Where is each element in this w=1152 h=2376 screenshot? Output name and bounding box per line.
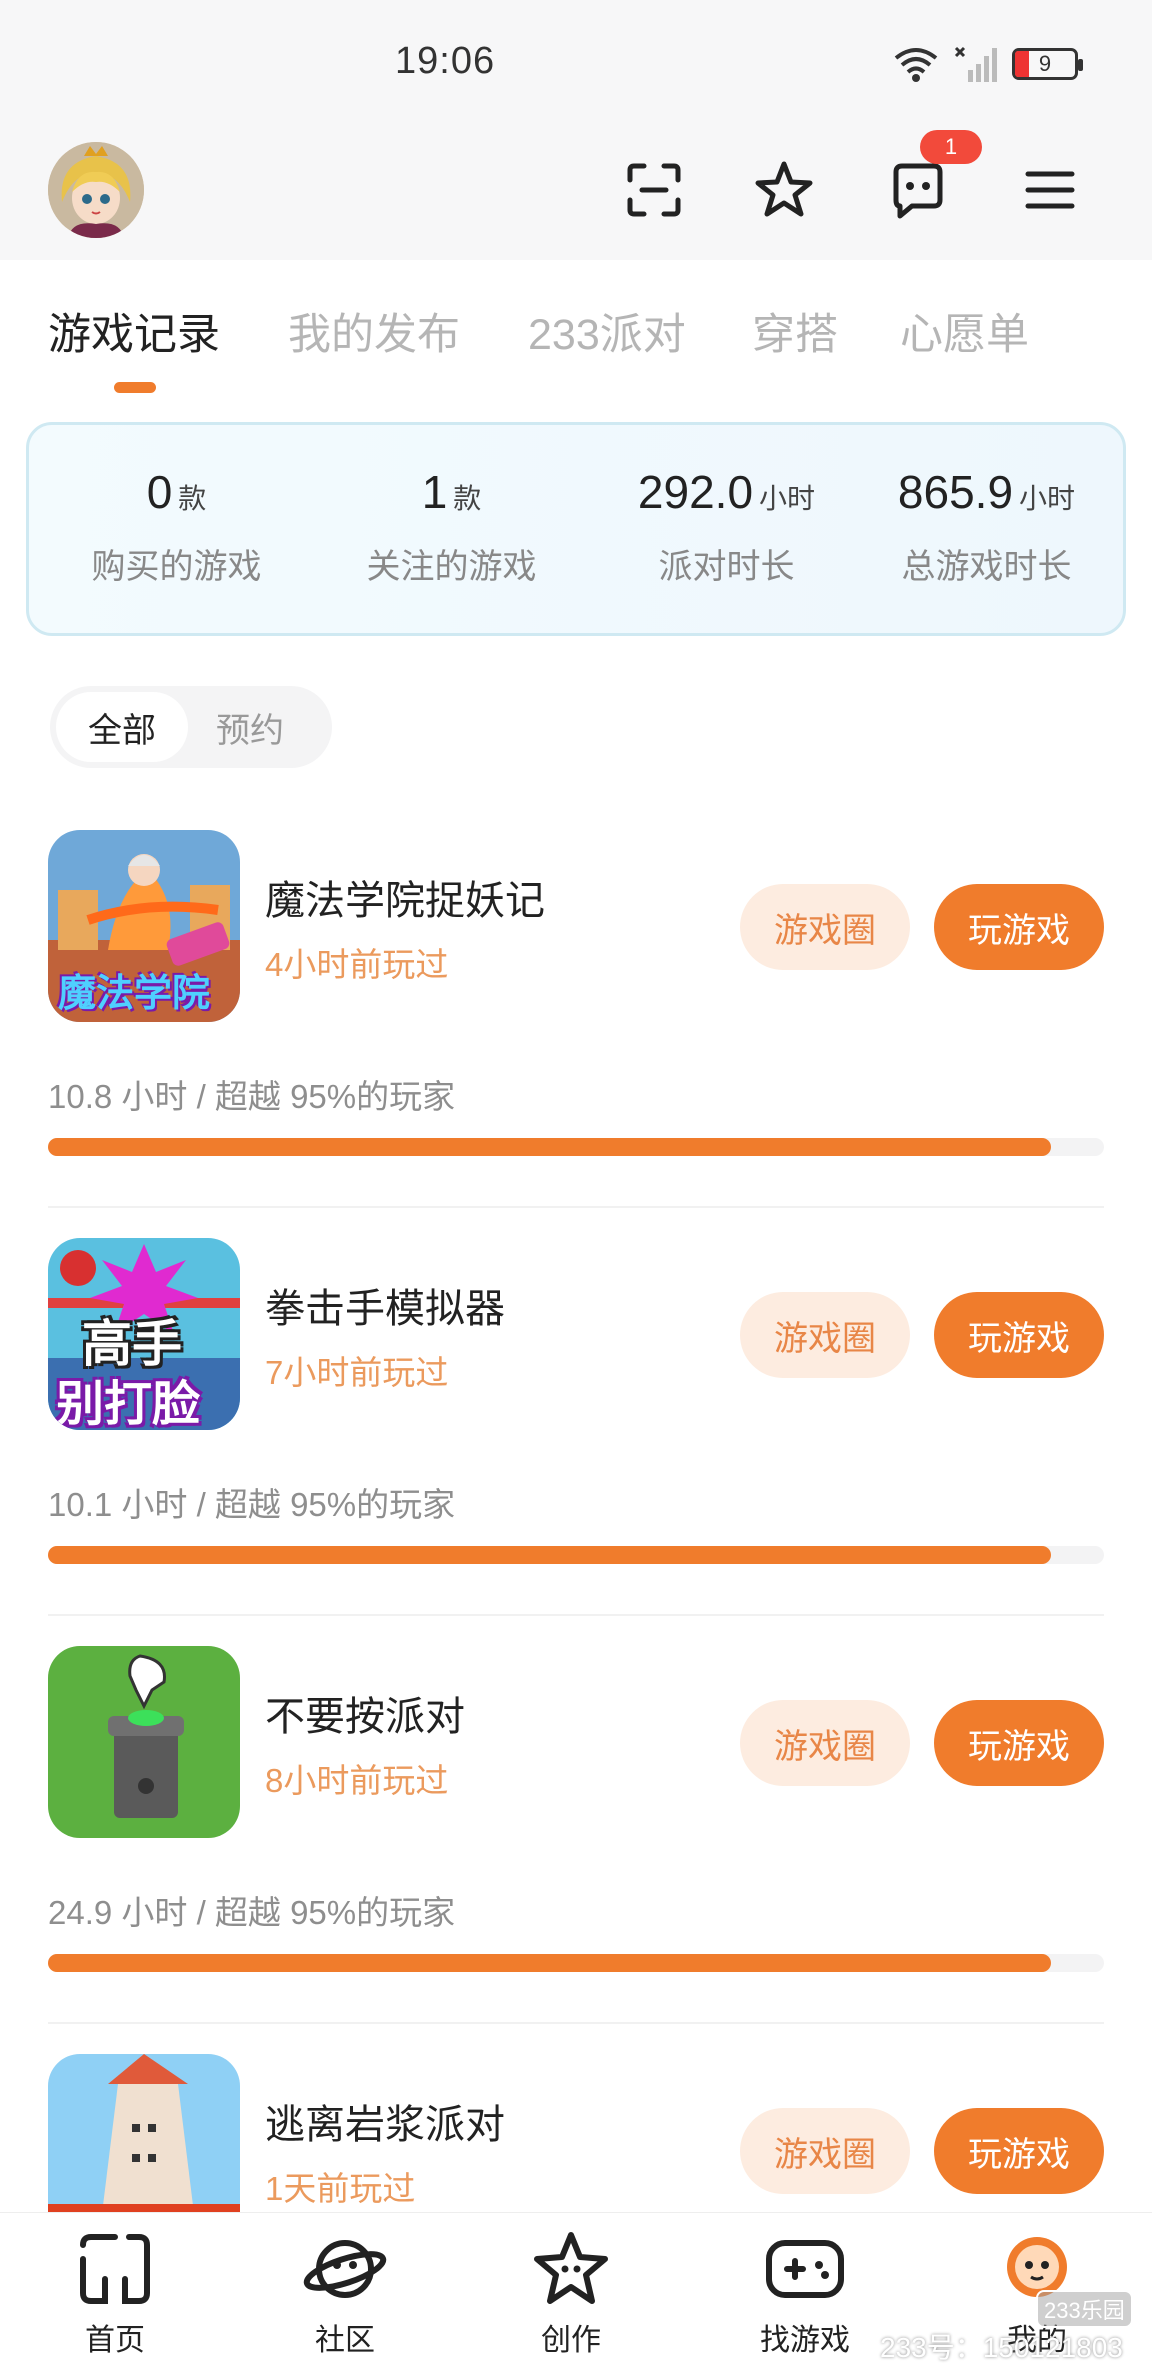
scan-icon bbox=[627, 163, 681, 217]
stat-label: 总游戏时长 bbox=[901, 548, 1072, 586]
tab-outfits[interactable]: 穿搭 bbox=[752, 300, 838, 362]
watermark-logo: 233乐园 bbox=[1036, 2290, 1133, 2328]
stat-followed[interactable]: 1款 关注的游戏 bbox=[314, 465, 589, 588]
game-title: 拳击手模拟器 bbox=[265, 1287, 505, 1331]
tab-wishlist[interactable]: 心愿单 bbox=[900, 300, 1029, 362]
game-playtime-stat: 10.8 小时 / 超越 95%的玩家 bbox=[48, 1078, 456, 1115]
gamepad-icon bbox=[766, 2240, 844, 2298]
avatar-image bbox=[48, 142, 144, 238]
stats-card: 0款 购买的游戏 1款 关注的游戏 292.0 小时 派对时长 865.9 小时 总… bbox=[26, 422, 1126, 636]
game-icon-dont-press[interactable] bbox=[48, 1646, 240, 1838]
tab-bar: 游戏记录 我的发布 233派对 穿搭 心愿单 bbox=[0, 300, 1152, 380]
game-last-played: 4小时前玩过 bbox=[265, 946, 449, 983]
play-game-button[interactable]: 玩游戏 bbox=[934, 1700, 1104, 1786]
playtime-progress-bar bbox=[48, 1546, 1104, 1564]
nav-label: 首页 bbox=[85, 2324, 145, 2357]
avatar[interactable] bbox=[48, 142, 144, 238]
playtime-progress-bar bbox=[48, 1138, 1104, 1156]
nav-community[interactable]: 社区 bbox=[270, 2231, 420, 2371]
game-icon-text: 魔法学院 bbox=[58, 973, 211, 1015]
game-row[interactable]: 不要按派对 8小时前玩过 游戏圈 玩游戏 24.9 小时 / 超越 95%的玩家 bbox=[0, 1646, 1152, 2056]
game-title: 逃离岩浆派对 bbox=[265, 2103, 505, 2147]
stat-label: 派对时长 bbox=[658, 548, 795, 586]
filter-all[interactable]: 全部 bbox=[56, 692, 188, 762]
progress-fill bbox=[48, 1138, 1052, 1156]
game-playtime-stat: 24.9 小时 / 超越 95%的玩家 bbox=[48, 1894, 456, 1931]
status-bar: 19:06 9 bbox=[0, 0, 1152, 130]
nav-home[interactable]: 首页 bbox=[40, 2231, 190, 2371]
filter-reserved[interactable]: 预约 bbox=[184, 692, 316, 762]
game-icon-boxing[interactable]: 高手 别打脸 bbox=[48, 1238, 240, 1430]
stat-value: 1 bbox=[421, 466, 448, 518]
home-icon bbox=[80, 2234, 150, 2304]
stat-label: 购买的游戏 bbox=[91, 548, 262, 586]
progress-fill bbox=[48, 1954, 1052, 1972]
game-last-played: 8小时前玩过 bbox=[265, 1762, 449, 1799]
tab-game-records[interactable]: 游戏记录 bbox=[48, 300, 220, 362]
game-title: 魔法学院捉妖记 bbox=[265, 879, 545, 923]
notification-badge: 1 bbox=[920, 130, 982, 164]
stat-value: 292.0 bbox=[637, 466, 754, 518]
battery-level: 9 bbox=[1038, 51, 1052, 76]
play-game-button[interactable]: 玩游戏 bbox=[934, 884, 1104, 970]
stat-purchased[interactable]: 0款 购买的游戏 bbox=[39, 465, 314, 588]
game-row[interactable]: 逃离岩浆派对 1天前玩过 游戏圈 玩游戏 bbox=[0, 2054, 1152, 2212]
star-icon bbox=[755, 161, 813, 217]
nav-create[interactable]: 创作 bbox=[496, 2231, 646, 2371]
stat-unit: 款 bbox=[453, 483, 482, 514]
star-face-icon bbox=[534, 2232, 608, 2304]
top-header: 1 bbox=[0, 130, 1152, 260]
watermark: 233号：150121803 bbox=[880, 2332, 1123, 2363]
divider bbox=[48, 2022, 1104, 2024]
nav-find-games[interactable]: 找游戏 bbox=[730, 2231, 880, 2371]
game-row[interactable]: 魔法学院 魔法学院捉妖记 4小时前玩过 游戏圈 玩游戏 10.8 小时 / 超越… bbox=[0, 830, 1152, 1240]
game-circle-button[interactable]: 游戏圈 bbox=[740, 884, 910, 970]
nav-label: 找游戏 bbox=[760, 2324, 850, 2357]
favorites-button[interactable] bbox=[744, 150, 824, 230]
play-game-button[interactable]: 玩游戏 bbox=[934, 1292, 1104, 1378]
game-circle-button[interactable]: 游戏圈 bbox=[740, 2108, 910, 2194]
game-last-played: 7小时前玩过 bbox=[265, 1354, 449, 1391]
stat-unit: 小时 bbox=[759, 483, 816, 514]
game-icon-magic-academy[interactable]: 魔法学院 bbox=[48, 830, 240, 1022]
signal-icon bbox=[954, 46, 997, 82]
game-row[interactable]: 高手 别打脸 拳击手模拟器 7小时前玩过 游戏圈 玩游戏 10.1 小时 / 超… bbox=[0, 1238, 1152, 1648]
nav-label: 社区 bbox=[315, 2324, 375, 2357]
divider bbox=[48, 1206, 1104, 1208]
game-title: 不要按派对 bbox=[265, 1695, 465, 1739]
divider bbox=[48, 1614, 1104, 1616]
tab-indicator bbox=[114, 382, 156, 393]
progress-fill bbox=[48, 1546, 1052, 1564]
tab-233-party[interactable]: 233派对 bbox=[528, 300, 686, 362]
stat-label: 关注的游戏 bbox=[366, 548, 537, 586]
planet-icon bbox=[303, 2240, 387, 2298]
menu-icon bbox=[1025, 171, 1075, 209]
main-panel: 游戏记录 我的发布 233派对 穿搭 心愿单 0款 购买的游戏 1款 关注的游戏… bbox=[0, 262, 1152, 2212]
play-game-button[interactable]: 玩游戏 bbox=[934, 2108, 1104, 2194]
filter-toggle: 全部 预约 bbox=[50, 686, 332, 768]
menu-button[interactable] bbox=[1010, 150, 1090, 230]
game-circle-button[interactable]: 游戏圈 bbox=[740, 1292, 910, 1378]
game-circle-button[interactable]: 游戏圈 bbox=[740, 1700, 910, 1786]
scan-button[interactable] bbox=[614, 150, 694, 230]
status-icons: 9 bbox=[892, 44, 1083, 84]
game-icon-text-bottom: 别打脸 bbox=[56, 1378, 201, 1430]
message-icon bbox=[893, 163, 943, 219]
stat-unit: 小时 bbox=[1019, 483, 1076, 514]
battery-icon: 9 bbox=[1012, 48, 1083, 80]
nav-label: 创作 bbox=[541, 2324, 601, 2357]
status-time: 19:06 bbox=[395, 40, 496, 82]
stat-total-time[interactable]: 865.9 小时 总游戏时长 bbox=[849, 465, 1124, 588]
playtime-progress-bar bbox=[48, 1954, 1104, 1972]
tab-my-posts[interactable]: 我的发布 bbox=[288, 300, 460, 362]
game-playtime-stat: 10.1 小时 / 超越 95%的玩家 bbox=[48, 1486, 456, 1523]
stat-unit: 款 bbox=[178, 483, 207, 514]
stat-value: 865.9 bbox=[897, 466, 1014, 518]
stat-party-time[interactable]: 292.0 小时 派对时长 bbox=[589, 465, 864, 588]
game-icon-lava-escape[interactable] bbox=[48, 2054, 240, 2212]
stat-value: 0 bbox=[146, 466, 173, 518]
game-last-played: 1天前玩过 bbox=[265, 2170, 416, 2207]
wifi-icon bbox=[894, 48, 938, 82]
